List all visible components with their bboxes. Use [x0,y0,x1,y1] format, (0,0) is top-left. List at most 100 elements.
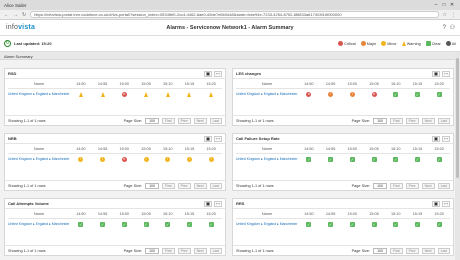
page-size-select[interactable]: 100 [373,247,388,254]
menu-icon[interactable]: ⋮ [451,12,456,18]
alarm-cell[interactable] [179,91,201,97]
column-time[interactable]: 14:50 [70,147,92,151]
alarm-cell[interactable]: ✕ [363,91,385,97]
page-size-select[interactable]: 100 [373,117,388,124]
alarm-cell[interactable]: ✓ [200,221,222,227]
column-time[interactable]: 14:55 [92,212,114,216]
camera-icon[interactable]: ▣ [204,70,212,77]
column-time[interactable]: 15:10 [157,147,179,151]
alarm-cell[interactable]: ✓ [407,91,429,97]
alarm-cell[interactable] [157,91,179,97]
column-time[interactable]: 14:55 [92,147,114,151]
column-time[interactable]: 15:05 [363,212,385,216]
pager-last-button[interactable]: Last [437,182,450,189]
pager-next-button[interactable]: Next [421,117,435,124]
pager-prev-button[interactable]: Prev [177,117,191,124]
pager-next-button[interactable]: Next [193,247,207,254]
column-time[interactable]: 15:05 [363,82,385,86]
star-icon[interactable]: ☆ [443,12,447,18]
page-size-select[interactable]: 100 [145,182,160,189]
column-time[interactable]: 15:05 [135,147,157,151]
alarm-cell[interactable] [135,91,157,97]
alarm-cell[interactable]: ✓ [341,221,363,227]
alarm-cell[interactable]: ! [92,156,114,162]
more-icon[interactable]: ⋯ [442,70,450,77]
column-time[interactable]: 14:50 [298,212,320,216]
scrollbar-thumb[interactable] [456,58,459,178]
camera-icon[interactable]: ▣ [432,70,440,77]
column-time[interactable]: 14:50 [298,82,320,86]
column-time[interactable]: 14:55 [320,82,342,86]
column-time[interactable]: 15:20 [200,212,222,216]
column-time[interactable]: 15:15 [407,212,429,216]
row-name-link[interactable]: United Kingdom ▸ England ▸ Manchester ▸ … [236,157,298,161]
column-time[interactable]: 15:15 [179,82,201,86]
page-size-select[interactable]: 100 [145,117,160,124]
alarm-cell[interactable]: ✓ [385,91,407,97]
alarm-cell[interactable] [70,91,92,97]
column-time[interactable]: 15:05 [135,82,157,86]
refresh-icon[interactable]: ↻ [4,40,11,47]
column-name[interactable]: Name [8,212,70,216]
column-time[interactable]: 15:20 [200,82,222,86]
table-row[interactable]: United Kingdom ▸ England ▸ Manchester ▸ … [236,154,450,164]
column-name[interactable]: Name [236,82,298,86]
pager-first-button[interactable]: First [162,247,175,254]
column-time[interactable]: 15:15 [407,147,429,151]
pager-last-button[interactable]: Last [209,117,222,124]
pager-last-button[interactable]: Last [209,247,222,254]
column-time[interactable]: 15:20 [200,147,222,151]
more-icon[interactable]: ⋯ [442,200,450,207]
row-name-link[interactable]: United Kingdom ▸ England ▸ Manchester ▸ … [236,92,298,96]
column-time[interactable]: 14:50 [70,212,92,216]
camera-icon[interactable]: ▣ [432,200,440,207]
alarm-cell[interactable]: ✓ [341,156,363,162]
alarm-cell[interactable] [200,91,222,97]
column-time[interactable]: 15:00 [113,82,135,86]
alarm-cell[interactable]: ✓ [298,221,320,227]
column-time[interactable]: 15:10 [157,212,179,216]
alarm-cell[interactable]: ✓ [113,221,135,227]
column-time[interactable]: 15:00 [341,147,363,151]
alarm-cell[interactable]: ! [200,156,222,162]
more-icon[interactable]: ⋯ [214,200,222,207]
pager-first-button[interactable]: First [162,182,175,189]
row-name-link[interactable]: United Kingdom ▸ England ▸ Manchester ▸ … [8,222,70,226]
table-row[interactable]: United Kingdom ▸ England ▸ Manchester ▸ … [8,89,222,99]
table-row[interactable]: United Kingdom ▸ England ▸ Manchester ▸ … [8,154,222,164]
column-time[interactable]: 14:55 [92,82,114,86]
pager-prev-button[interactable]: Prev [405,182,419,189]
column-time[interactable]: 15:10 [157,82,179,86]
pager-prev-button[interactable]: Prev [405,117,419,124]
alarm-cell[interactable]: ✕ [113,91,135,97]
column-time[interactable]: 15:15 [179,147,201,151]
alarm-cell[interactable]: ✓ [179,221,201,227]
row-name-link[interactable]: United Kingdom ▸ England ▸ Manchester ▸ … [8,157,70,161]
alarm-cell[interactable]: ✓ [320,221,342,227]
user-icon[interactable]: ⚇ [450,24,455,31]
alarm-cell[interactable] [92,91,114,97]
minimize-icon[interactable]: – [432,2,440,8]
column-time[interactable]: 15:20 [428,147,450,151]
column-time[interactable]: 15:15 [407,82,429,86]
pager-last-button[interactable]: Last [209,182,222,189]
pager-next-button[interactable]: Next [421,247,435,254]
alarm-cell[interactable]: ✓ [298,156,320,162]
pager-first-button[interactable]: First [390,182,403,189]
table-row[interactable]: United Kingdom ▸ England ▸ Manchester ▸ … [8,219,222,229]
camera-icon[interactable]: ▣ [204,200,212,207]
pager-first-button[interactable]: First [162,117,175,124]
pager-prev-button[interactable]: Prev [177,182,191,189]
alarm-cell[interactable]: ! [341,91,363,97]
table-row[interactable]: United Kingdom ▸ England ▸ Manchester ▸ … [236,89,450,99]
alarm-cell[interactable]: ✕ [113,156,135,162]
alarm-cell[interactable]: ! [179,156,201,162]
maximize-icon[interactable]: □ [440,2,448,8]
column-time[interactable]: 14:55 [320,212,342,216]
column-time[interactable]: 15:10 [385,147,407,151]
close-icon[interactable]: ✕ [448,2,456,8]
alarm-cell[interactable]: ! [70,156,92,162]
column-time[interactable]: 14:50 [298,147,320,151]
column-time[interactable]: 15:05 [135,212,157,216]
alarm-cell[interactable]: ✓ [428,156,450,162]
